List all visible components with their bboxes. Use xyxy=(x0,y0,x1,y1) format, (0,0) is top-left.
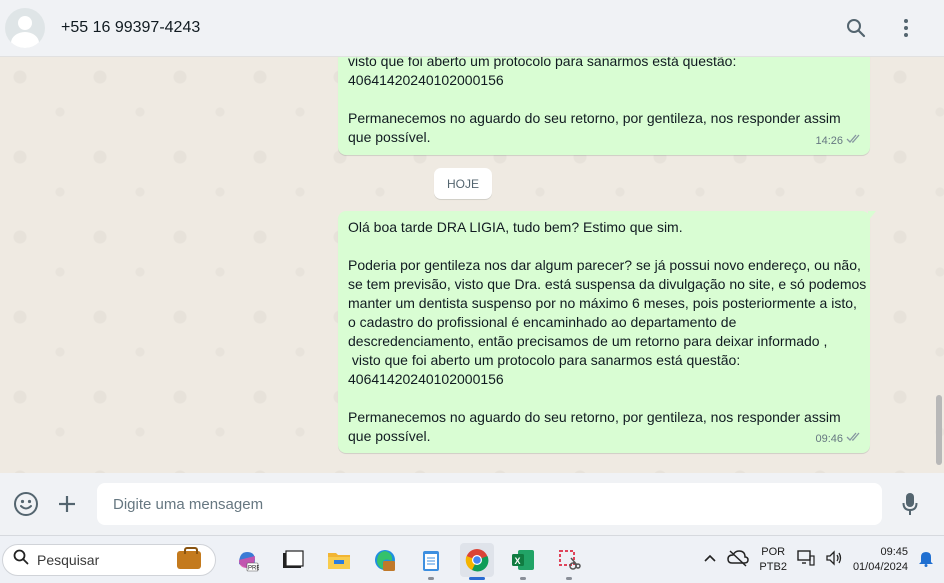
message-bubble[interactable]: visto que foi aberto um protocolo para s… xyxy=(338,57,870,155)
input-language[interactable]: POR PTB2 xyxy=(759,545,787,575)
message-line: visto que foi aberto um protocolo para s… xyxy=(348,57,737,69)
svg-text:X: X xyxy=(515,556,521,566)
message-line: Poderia por gentileza nos dar algum pare… xyxy=(348,257,861,273)
notepad-icon[interactable] xyxy=(414,543,448,580)
clock-date: 01/04/2024 xyxy=(852,560,908,573)
message-bubble[interactable]: Olá boa tarde DRA LIGIA, tudo bem? Estim… xyxy=(338,211,876,453)
file-explorer-icon[interactable] xyxy=(322,543,356,577)
search-icon xyxy=(13,549,29,570)
message-time: 14:26 xyxy=(815,135,843,147)
search-icon[interactable] xyxy=(842,14,870,42)
message-time: 09:46 xyxy=(815,433,843,445)
cloud-offline-icon[interactable] xyxy=(727,549,750,570)
chevron-up-icon[interactable] xyxy=(703,553,717,566)
microphone-icon[interactable] xyxy=(894,488,926,520)
message-line: 40641420240102000156 xyxy=(348,72,504,88)
clock-time: 09:45 xyxy=(880,545,908,558)
message-line: visto que foi aberto um protocolo para s… xyxy=(348,352,741,368)
emoji-icon[interactable] xyxy=(10,488,42,520)
message-line: Olá boa tarde DRA LIGIA, tudo bem? Estim… xyxy=(348,219,683,235)
message-line: descredenciamento, então precisamos de u… xyxy=(348,333,828,349)
taskbar-search[interactable]: Pesquisar xyxy=(2,543,216,576)
windows-taskbar: Pesquisar PRE X POR PTB2 09:45 01/04/202… xyxy=(0,535,944,583)
message-input[interactable] xyxy=(97,483,882,525)
message-line: manter um dentista suspenso por no máxim… xyxy=(348,295,857,311)
network-icon[interactable] xyxy=(797,550,815,569)
input-language-line1: POR xyxy=(761,545,786,558)
chat-header: +55 16 99397-4243 xyxy=(0,0,944,57)
double-check-icon xyxy=(846,132,862,151)
double-check-icon xyxy=(846,430,862,449)
message-line: Permanecemos no aguardo do seu retorno, … xyxy=(348,110,841,126)
contact-avatar[interactable] xyxy=(5,8,45,48)
copilot-icon[interactable]: PRE xyxy=(230,543,264,577)
message-line: se tem previsão, visto que Dra. está sus… xyxy=(348,276,867,292)
briefcase-icon xyxy=(177,546,201,569)
chrome-icon[interactable] xyxy=(460,542,494,580)
compose-bar xyxy=(0,473,944,535)
chat-scrollbar[interactable] xyxy=(936,395,942,465)
contact-name[interactable]: +55 16 99397-4243 xyxy=(61,19,200,37)
plus-icon[interactable] xyxy=(51,488,83,520)
excel-icon[interactable]: X xyxy=(506,543,540,580)
message-line: 40641420240102000156 xyxy=(348,371,504,387)
terminal-icon[interactable] xyxy=(276,543,310,577)
message-line: o cadastro do profissional é encaminhado… xyxy=(348,314,737,330)
chat-area[interactable]: visto que foi aberto um protocolo para s… xyxy=(0,57,944,473)
notification-bell-icon[interactable] xyxy=(918,549,934,570)
date-chip: HOJE xyxy=(434,168,493,199)
menu-icon[interactable] xyxy=(892,14,920,42)
input-language-line2: PTB2 xyxy=(759,560,787,573)
system-clock[interactable]: 09:45 01/04/2024 xyxy=(853,545,908,575)
message-line: Permanecemos no aguardo do seu retorno, … xyxy=(348,409,841,425)
edge-icon[interactable] xyxy=(368,543,402,577)
snipping-tool-icon[interactable] xyxy=(552,543,586,580)
svg-text:PRE: PRE xyxy=(248,565,259,571)
message-line: que possível. xyxy=(348,428,431,444)
volume-icon[interactable] xyxy=(825,550,843,569)
taskbar-search-label: Pesquisar xyxy=(37,551,100,568)
message-line: que possível. xyxy=(348,129,431,145)
